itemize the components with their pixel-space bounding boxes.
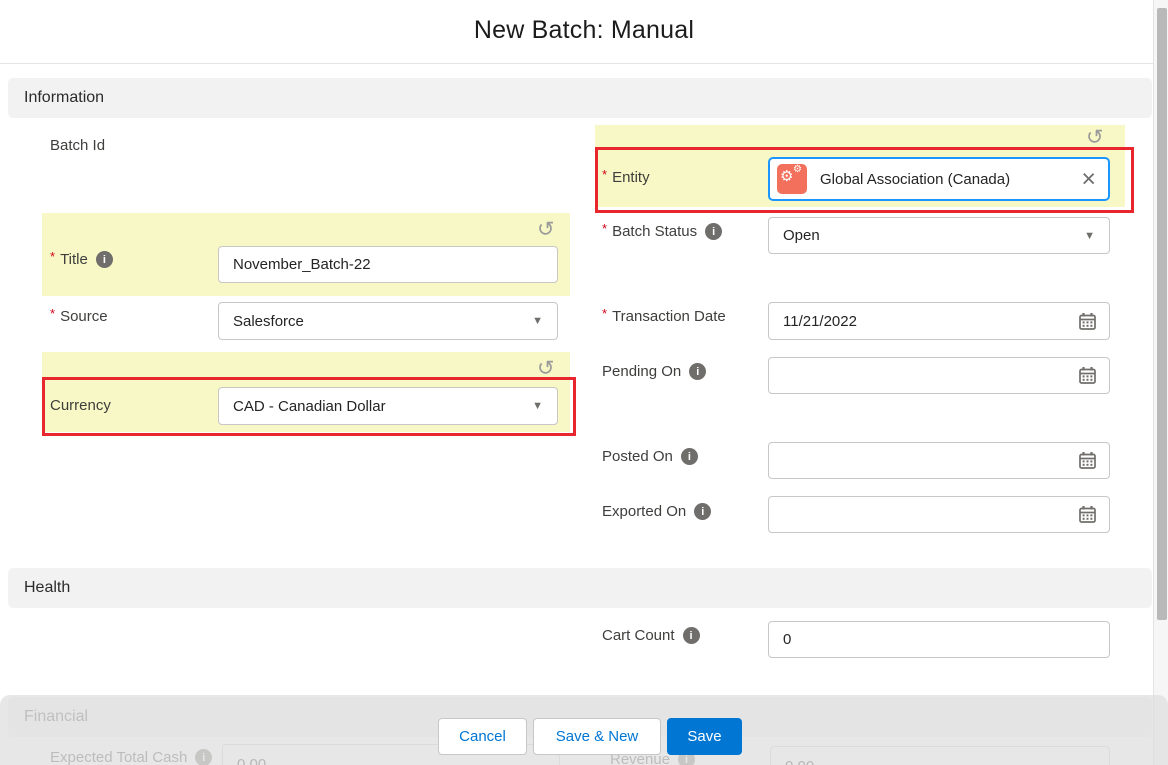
field-label-cart-count: Cart Count i (602, 627, 700, 644)
exported-on-input[interactable] (768, 496, 1110, 533)
section-information: Information (8, 78, 1152, 118)
field-label-pending-on: Pending On i (602, 363, 706, 380)
required-asterisk: * (602, 167, 607, 182)
chevron-down-icon: ▼ (532, 315, 543, 327)
required-asterisk: * (50, 306, 55, 321)
field-label-title: * Title i (50, 251, 113, 268)
info-icon[interactable]: i (96, 251, 113, 268)
chevron-down-icon: ▼ (1084, 230, 1095, 242)
required-asterisk: * (602, 221, 607, 236)
gear-icon: ⚙ (793, 165, 802, 175)
cancel-button[interactable]: Cancel (438, 718, 527, 755)
calendar-icon[interactable] (1078, 505, 1097, 524)
cart-count-input[interactable] (768, 621, 1110, 658)
pending-on-input[interactable] (768, 357, 1110, 394)
section-health: Health (8, 568, 1152, 608)
field-label-posted-on: Posted On i (602, 448, 698, 465)
info-icon[interactable]: i (683, 627, 700, 644)
section-health-label: Health (24, 579, 70, 597)
new-batch-modal: New Batch: Manual Information Batch Id ↺… (0, 0, 1168, 765)
save-button[interactable]: Save (667, 718, 742, 755)
field-label-transaction-date: * Transaction Date (602, 308, 726, 325)
header-divider (0, 63, 1168, 64)
info-icon[interactable]: i (689, 363, 706, 380)
scrollbar-track[interactable] (1153, 0, 1168, 765)
required-asterisk: * (50, 249, 55, 264)
info-icon[interactable]: i (705, 223, 722, 240)
currency-select[interactable]: CAD - Canadian Dollar ▼ (218, 387, 558, 425)
calendar-icon[interactable] (1078, 451, 1097, 470)
batch-status-select[interactable]: Open ▼ (768, 217, 1110, 254)
field-label-source: * Source (50, 308, 108, 325)
section-information-label: Information (24, 89, 104, 107)
posted-on-input[interactable] (768, 442, 1110, 479)
source-select[interactable]: Salesforce ▼ (218, 302, 558, 340)
calendar-icon[interactable] (1078, 366, 1097, 385)
scrollbar-thumb[interactable] (1157, 8, 1167, 620)
field-label-batch-id: Batch Id (50, 137, 105, 154)
entity-object-icon: ⚙ ⚙ (777, 164, 807, 194)
entity-lookup-pill[interactable]: ⚙ ⚙ Global Association (Canada) × (768, 157, 1110, 201)
field-label-exported-on: Exported On i (602, 503, 711, 520)
info-icon[interactable]: i (694, 503, 711, 520)
page-title: New Batch: Manual (0, 16, 1168, 45)
info-icon[interactable]: i (681, 448, 698, 465)
title-input[interactable] (218, 246, 558, 283)
calendar-icon[interactable] (1078, 312, 1097, 331)
transaction-date-input[interactable]: 11/21/2022 (768, 302, 1110, 340)
field-label-entity: * Entity (602, 169, 650, 186)
undo-icon[interactable]: ↺ (1086, 127, 1104, 148)
field-label-currency: Currency (50, 397, 111, 414)
required-asterisk: * (602, 306, 607, 321)
entity-value: Global Association (Canada) (820, 171, 1081, 188)
chevron-down-icon: ▼ (532, 400, 543, 412)
field-label-batch-status: * Batch Status i (602, 223, 722, 240)
gear-icon: ⚙ (780, 169, 793, 184)
undo-icon[interactable]: ↺ (537, 358, 555, 379)
close-icon[interactable]: × (1081, 167, 1096, 192)
undo-icon[interactable]: ↺ (537, 219, 555, 240)
save-and-new-button[interactable]: Save & New (533, 718, 661, 755)
